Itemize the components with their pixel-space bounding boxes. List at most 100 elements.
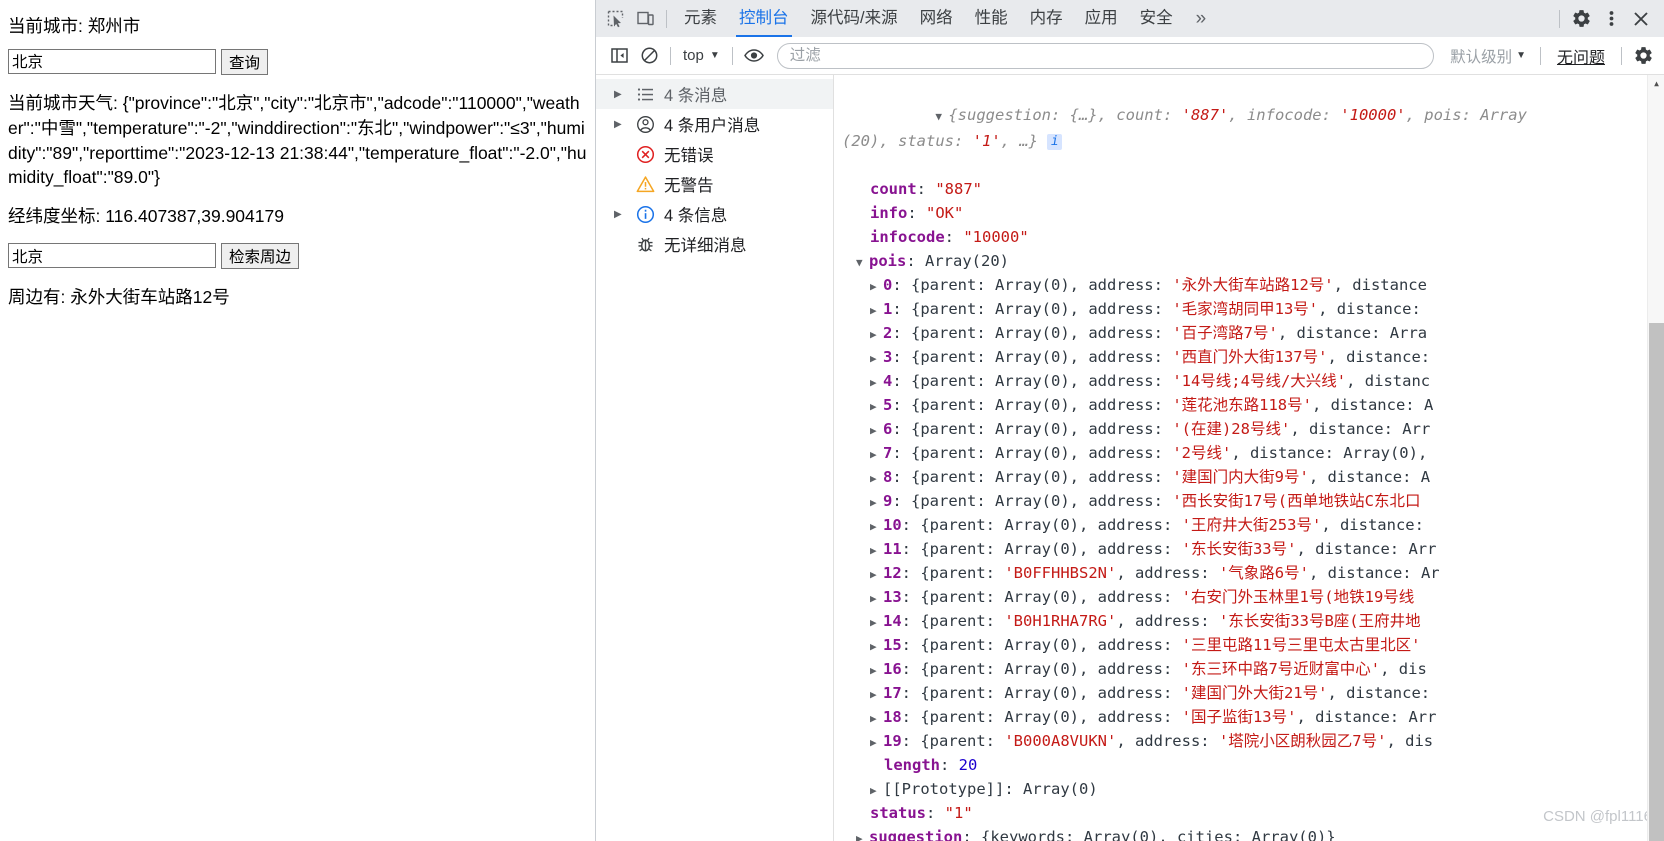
expand-arrow-icon-poi[interactable]: ▶ — [870, 443, 883, 465]
sidebar-item-messages[interactable]: ▶ 4 条消息 — [596, 79, 833, 109]
poi-row[interactable]: ▶ 8: {parent: Array(0), address: '建国门内大街9… — [842, 465, 1664, 489]
poi-address-value: '王府井大街253号' — [1181, 516, 1322, 534]
expand-arrow-icon-poi[interactable]: ▶ — [870, 323, 883, 345]
poi-index: 10 — [883, 516, 902, 534]
console-settings-gear-icon[interactable] — [1628, 42, 1658, 70]
poi-parent-value: Array(0) — [995, 324, 1070, 342]
tab-network[interactable]: 网络 — [909, 0, 964, 37]
inspect-element-icon[interactable] — [600, 5, 630, 33]
poi-open: : {parent: — [892, 420, 995, 438]
tab-application[interactable]: 应用 — [1074, 0, 1129, 37]
expand-arrow-icon-poi[interactable]: ▶ — [870, 683, 883, 705]
expand-arrow-icon-poi[interactable]: ▶ — [870, 371, 883, 393]
console-sidebar-toggle-icon[interactable] — [604, 42, 634, 70]
tab-sources[interactable]: 源代码/来源 — [800, 0, 909, 37]
settings-gear-icon[interactable] — [1566, 5, 1596, 33]
expand-arrow-icon-poi[interactable]: ▶ — [870, 395, 883, 417]
expand-arrow-icon-poi[interactable]: ▶ — [870, 299, 883, 321]
poi-row[interactable]: ▶ 0: {parent: Array(0), address: '永外大街车站路… — [842, 273, 1664, 297]
poi-row[interactable]: ▶ 13: {parent: Array(0), address: '右安门外玉林… — [842, 585, 1664, 609]
tab-console[interactable]: 控制台 — [728, 0, 800, 37]
expand-arrow-icon-poi[interactable]: ▶ — [870, 731, 883, 753]
poi-row[interactable]: ▶ 16: {parent: Array(0), address: '东三环中路7… — [842, 657, 1664, 681]
expand-arrow-icon-poi[interactable]: ▶ — [870, 347, 883, 369]
poi-row[interactable]: ▶ 18: {parent: Array(0), address: '国子监街13… — [842, 705, 1664, 729]
console-filter-input[interactable] — [776, 42, 1435, 69]
console-object-preview[interactable]: ▼ {suggestion: {…}, count: '887', infocod… — [842, 79, 1664, 177]
prop-prototype[interactable]: ▶ [[Prototype]]: Array(0) — [842, 777, 1664, 801]
city-search-input[interactable] — [8, 48, 216, 74]
sidebar-item-warnings[interactable]: ▶ 无警告 — [596, 169, 833, 199]
poi-row[interactable]: ▶ 9: {parent: Array(0), address: '西长安街17号… — [842, 489, 1664, 513]
sidebar-item-errors[interactable]: ▶ 无错误 — [596, 139, 833, 169]
poi-row[interactable]: ▶ 15: {parent: Array(0), address: '三里屯路11… — [842, 633, 1664, 657]
sidebar-item-user-messages[interactable]: ▶ 4 条用户消息 — [596, 109, 833, 139]
poi-parent-value: Array(0) — [995, 348, 1070, 366]
poi-row[interactable]: ▶ 3: {parent: Array(0), address: '西直门外大街1… — [842, 345, 1664, 369]
collapse-arrow-icon-root[interactable]: ▼ — [935, 105, 948, 129]
around-search-input[interactable] — [8, 243, 216, 269]
poi-row[interactable]: ▶ 2: {parent: Array(0), address: '百子湾路7号'… — [842, 321, 1664, 345]
poi-row[interactable]: ▶ 1: {parent: Array(0), address: '毛家湾胡同甲1… — [842, 297, 1664, 321]
poi-row[interactable]: ▶ 19: {parent: 'B000A8VUKN', address: '塔院… — [842, 729, 1664, 753]
scrollbar-up-arrow-icon[interactable]: ▲ — [1648, 75, 1664, 92]
tab-security[interactable]: 安全 — [1129, 0, 1184, 37]
sidebar-item-verbose[interactable]: ▶ 无详细消息 — [596, 229, 833, 259]
sidebar-item-info[interactable]: ▶ 4 条信息 — [596, 199, 833, 229]
preview-text-e: , …} — [1000, 132, 1038, 150]
info-icon — [634, 205, 656, 224]
execution-context-select[interactable]: top ▼ — [677, 47, 726, 64]
expand-arrow-icon-poi[interactable]: ▶ — [870, 419, 883, 441]
around-search-button[interactable]: 检索周边 — [221, 243, 300, 270]
poi-row[interactable]: ▶ 10: {parent: Array(0), address: '王府井大街2… — [842, 513, 1664, 537]
more-options-icon[interactable] — [1596, 5, 1626, 33]
poi-row[interactable]: ▶ 5: {parent: Array(0), address: '莲花池东路11… — [842, 393, 1664, 417]
poi-open: : {parent: — [901, 564, 1005, 582]
preview-infocode: '10000' — [1340, 106, 1406, 124]
expand-arrow-icon-poi[interactable]: ▶ — [870, 587, 883, 609]
expand-arrow-icon-poi[interactable]: ▶ — [870, 635, 883, 657]
tab-memory[interactable]: 内存 — [1019, 0, 1074, 37]
tab-performance[interactable]: 性能 — [964, 0, 1019, 37]
prop-pois[interactable]: ▼ pois: Array(20) — [842, 249, 1664, 273]
poi-tail: , distance: Ar — [1308, 564, 1440, 582]
expand-arrow-icon[interactable]: ▶ — [614, 89, 626, 100]
expand-arrow-icon-poi[interactable]: ▶ — [870, 515, 883, 537]
live-expression-eye-icon[interactable] — [739, 42, 769, 70]
poi-row[interactable]: ▶ 11: {parent: Array(0), address: '东长安街33… — [842, 537, 1664, 561]
query-button[interactable]: 查询 — [221, 48, 269, 75]
expand-arrow-icon-poi[interactable]: ▶ — [870, 491, 883, 513]
tab-elements[interactable]: 元素 — [673, 0, 728, 37]
poi-row[interactable]: ▶ 17: {parent: Array(0), address: '建国门外大街… — [842, 681, 1664, 705]
expand-arrow-icon-poi[interactable]: ▶ — [870, 707, 883, 729]
expand-arrow-icon-prototype[interactable]: ▶ — [870, 779, 883, 801]
console-body: ▶ 4 条消息 ▶ 4 条用户消息 无错误 无警告 ▶ 4 条信息 无详细消息 … — [596, 75, 1664, 841]
console-vertical-scrollbar[interactable]: ▲ — [1647, 75, 1664, 841]
device-toolbar-icon[interactable] — [630, 5, 660, 33]
poi-row[interactable]: ▶ 7: {parent: Array(0), address: '2号线', d… — [842, 441, 1664, 465]
expand-arrow-icon-poi[interactable]: ▶ — [870, 467, 883, 489]
more-tabs-icon[interactable]: » — [1184, 8, 1219, 30]
clear-console-icon[interactable] — [634, 42, 664, 70]
log-level-select[interactable]: 默认级别 ▼ — [1442, 45, 1534, 67]
preview-count: '887' — [1181, 106, 1229, 124]
close-devtools-icon[interactable] — [1626, 5, 1656, 33]
collapse-arrow-icon-pois[interactable]: ▼ — [856, 251, 869, 273]
expand-arrow-icon-poi[interactable]: ▶ — [870, 275, 883, 297]
expand-arrow-icon-info[interactable]: ▶ — [614, 209, 626, 220]
info-badge-icon[interactable]: i — [1047, 134, 1063, 150]
expand-arrow-icon-poi[interactable]: ▶ — [870, 539, 883, 561]
issues-status-link[interactable]: 无问题 — [1547, 44, 1615, 68]
poi-row[interactable]: ▶ 6: {parent: Array(0), address: '(在建)28号… — [842, 417, 1664, 441]
poi-row[interactable]: ▶ 4: {parent: Array(0), address: '14号线;4号… — [842, 369, 1664, 393]
expand-arrow-icon-poi[interactable]: ▶ — [870, 563, 883, 585]
expand-arrow-icon-user[interactable]: ▶ — [614, 119, 626, 130]
expand-arrow-icon-suggestion[interactable]: ▶ — [856, 827, 869, 841]
console-output[interactable]: ▼ {suggestion: {…}, count: '887', infocod… — [834, 75, 1664, 841]
expand-arrow-icon-poi[interactable]: ▶ — [870, 659, 883, 681]
expand-arrow-icon-poi[interactable]: ▶ — [870, 611, 883, 633]
scrollbar-thumb[interactable] — [1649, 323, 1664, 841]
prop-suggestion[interactable]: ▶ suggestion: {keywords: Array(0), cities… — [842, 825, 1664, 841]
poi-row[interactable]: ▶ 14: {parent: 'B0H1RHA7RG', address: '东长… — [842, 609, 1664, 633]
poi-row[interactable]: ▶ 12: {parent: 'B0FFHHBS2N', address: '气象… — [842, 561, 1664, 585]
